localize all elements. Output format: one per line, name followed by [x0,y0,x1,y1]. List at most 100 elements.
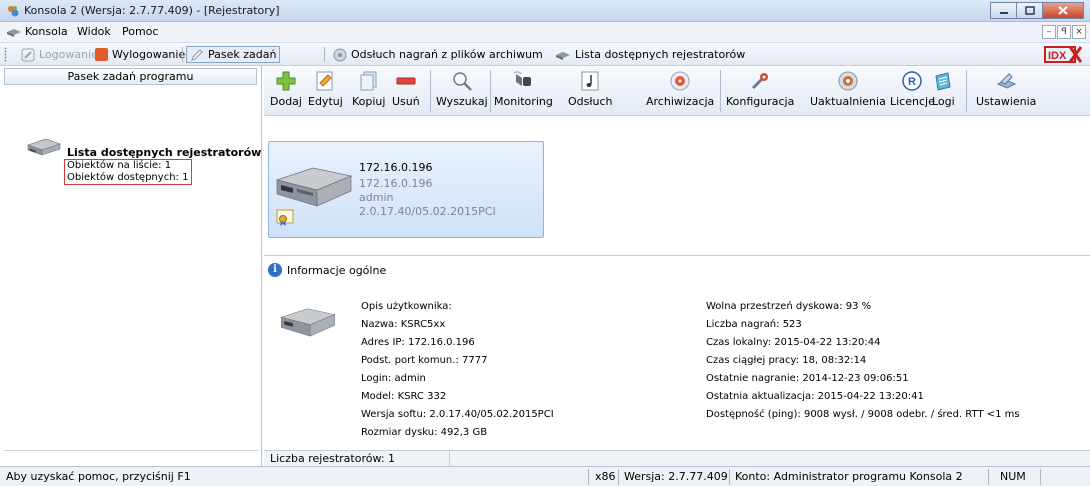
minimize-button[interactable] [990,2,1016,19]
info-icon: i [268,263,282,277]
minimize-icon [999,11,1008,14]
logs-label: Logi [932,95,955,108]
info-software-version: Wersja softu: 2.0.17.40/05.02.2015PCI [361,409,554,420]
menu-bar: Konsola Widok Pomoc – ꟼ × [0,22,1090,43]
general-info-header: i Informacje ogólne [268,263,386,277]
maximize-icon [1024,6,1035,15]
count-bar-divider [449,451,450,466]
archive-button[interactable]: Archiwizacja [646,68,714,114]
maximize-button[interactable] [1016,2,1042,19]
recorder-name: 172.16.0.196 [359,161,433,174]
pencil-icon [191,48,203,61]
add-icon [276,71,296,91]
status-version: Wersja: 2.7.77.409 [624,470,728,483]
update-icon [838,71,858,91]
info-last-recording: Ostatnie nagranie: 2014-12-23 09:06:51 [706,373,909,384]
info-last-update: Ostatnia aktualizacja: 2015-04-22 13:20:… [706,391,924,402]
mdi-restore-button[interactable]: ꟼ [1057,25,1071,39]
monitoring-label: Monitoring [494,95,553,108]
menu-konsola[interactable]: Konsola [22,25,71,38]
recorder-device-image [275,167,353,207]
toolbar-separator [324,47,325,62]
status-num-lock: NUM [1000,470,1026,483]
recorder-version: 2.0.17.40/05.02.2015PCI [359,205,496,218]
recorder-icon [7,29,21,37]
info-local-time: Czas lokalny: 2015-04-22 13:20:44 [706,337,881,348]
update-button[interactable]: Uaktualnienia [810,68,886,114]
title-bar: Konsola 2 (Wersja: 2.7.77.409) - [Rejest… [0,0,1090,22]
info-login: Login: admin [361,373,426,384]
license-icon: R [902,71,923,91]
copy-label: Kopiuj [352,95,386,108]
delete-button[interactable]: Usuń [392,68,420,114]
archive-label: Archiwizacja [646,95,715,108]
login-label: Logowanie [39,48,98,61]
recorder-icon [556,51,570,60]
info-user-description: Opis użytkownika: [361,301,452,312]
add-button[interactable]: Dodaj [270,68,302,114]
configuration-icon [752,73,769,90]
app-icon [8,6,19,17]
recorder-list-button[interactable]: Lista dostępnych rejestratorów [552,46,748,63]
close-button[interactable] [1042,2,1084,19]
edit-button[interactable]: Edytuj [308,68,343,114]
mdi-close-button[interactable]: × [1072,25,1086,39]
svg-text:R: R [908,76,916,88]
copy-button[interactable]: Kopiuj [352,68,385,114]
menu-pomoc[interactable]: Pomoc [119,25,161,38]
taskbar-toggle-button[interactable]: Pasek zadań [186,46,281,63]
playback-icon [581,71,599,91]
logs-icon [935,72,951,91]
archive-playback-button[interactable]: Odsłuch nagrań z plików archiwum [330,46,546,63]
recorder-list-label: Lista dostępnych rejestratorów [575,48,746,61]
configuration-button[interactable]: Konfiguracja [726,68,794,114]
info-base-port: Podst. port komun.: 7777 [361,355,488,366]
archive-playback-icon [333,48,347,61]
search-button[interactable]: Wyszukaj [436,68,488,114]
info-recordings-count: Liczba nagrań: 523 [706,319,802,330]
info-name: Nazwa: KSRC5xx [361,319,446,330]
certificate-icon [276,209,294,226]
mdi-minimize-button[interactable]: – [1042,25,1056,39]
status-separator [618,469,619,485]
recorder-icon [27,138,61,156]
recorder-list: 172.16.0.196 172.16.0.196 admin 2.0.17.4… [264,117,1090,256]
toolbar-grip[interactable] [4,47,7,62]
toolbar-separator [720,70,721,112]
status-bar: Aby uzyskać pomoc, przyciśnij F1 x86 Wer… [0,466,1090,486]
info-disk-size: Rozmiar dysku: 492,3 GB [361,427,488,438]
search-icon [453,72,472,91]
delete-icon [396,77,416,85]
taskbar-label: Pasek zadań [208,48,277,61]
recorder-card[interactable]: 172.16.0.196 172.16.0.196 admin 2.0.17.4… [268,141,544,238]
login-button[interactable]: Logowanie [18,46,101,63]
status-help-text: Aby uzyskać pomoc, przyciśnij F1 [6,470,191,483]
menu-widok[interactable]: Widok [74,25,114,38]
main-command-toolbar: Logowanie Wylogowanie Pasek zadań Odsłuc… [0,43,1090,66]
recorder-toolbar: Dodaj Edytuj Kopiuj Usuń Wyszukaj Monito… [264,66,1090,116]
general-info-panel: i Informacje ogólne Opis użytkownika: Na… [264,258,1090,450]
license-label: Licencje [890,95,935,108]
task-panel-footer [4,450,259,464]
recorder-count: Liczba rejestratorów: 1 [270,452,396,465]
recorder-device-image [280,308,336,337]
settings-button[interactable]: Ustawienia [976,68,1036,114]
search-label: Wyszukaj [436,95,488,108]
recorder-list-link[interactable]: Lista dostępnych rejestratorów [67,146,261,159]
status-account: Konto: Administrator programu Konsola 2 [735,470,963,483]
update-label: Uaktualnienia [810,95,886,108]
brand-logo-text: IDX [1048,50,1067,62]
monitoring-button[interactable]: Monitoring [494,68,553,114]
info-uptime: Czas ciągłej pracy: 18, 08:32:14 [706,355,867,366]
archive-icon [670,71,690,91]
license-button[interactable]: R Licencje [890,68,935,114]
general-info-title: Informacje ogólne [287,263,387,277]
copy-icon [360,71,377,91]
playback-button[interactable]: Odsłuch [568,68,613,114]
info-ip-address: Adres IP: 172.16.0.196 [361,337,475,348]
task-panel: Pasek zadań programu Lista dostępnych re… [0,66,262,466]
logs-button[interactable]: Logi [932,68,955,114]
edit-icon [316,71,333,91]
add-label: Dodaj [270,95,302,108]
logout-button[interactable]: Wylogowanie [92,46,188,63]
